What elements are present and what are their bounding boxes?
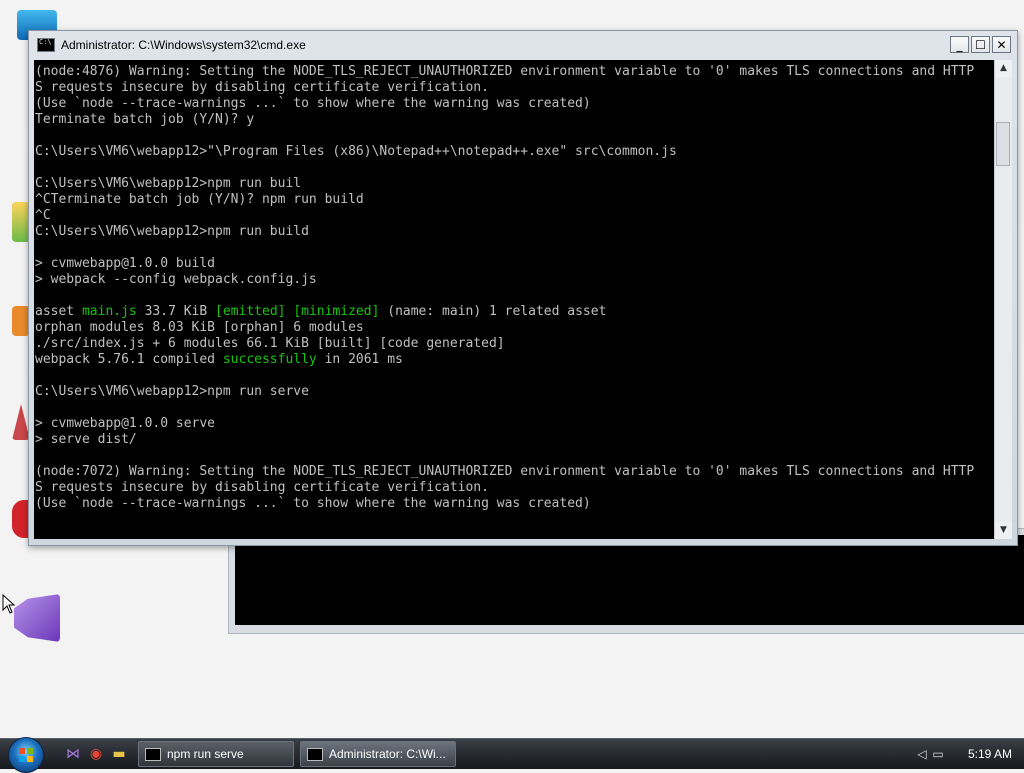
console-text-segment: ./src/index.js + 6 modules 66.1 KiB [bui… [35, 336, 505, 351]
cmd-icon [145, 747, 161, 761]
cmd-icon [307, 747, 323, 761]
background-console-area [235, 535, 1024, 625]
cmd-window[interactable]: Administrator: C:\Windows\system32\cmd.e… [28, 30, 1018, 546]
console-output: (node:4876) Warning: Setting the NODE_TL… [35, 64, 992, 512]
console-text-segment: ^CTerminate batch job (Y/N)? npm run bui… [35, 192, 364, 207]
scroll-down-button[interactable]: ▼ [995, 522, 1012, 539]
clock[interactable]: 5:19 AM [968, 747, 1012, 761]
console-text-segment: Terminate batch job (Y/N)? y [35, 112, 255, 127]
windows-logo-icon [19, 748, 33, 762]
folder-icon[interactable]: ▬ [110, 745, 128, 763]
scroll-thumb[interactable] [996, 122, 1010, 166]
console-text-segment: main.js [81, 304, 137, 319]
console-line: C:\Users\VM6\webapp12>npm run serve [35, 384, 992, 400]
console-text-segment: asset [35, 304, 82, 319]
console-text-segment: ^C [35, 208, 51, 223]
console-text-segment: 33.7 KiB [136, 304, 216, 319]
console-line: (node:4876) Warning: Setting the NODE_TL… [35, 64, 992, 80]
mouse-cursor-icon [2, 594, 16, 614]
console-area[interactable]: (node:4876) Warning: Setting the NODE_TL… [34, 60, 1012, 539]
console-text-segment: (node:7072) Warning: Setting the NODE_TL… [35, 464, 975, 479]
window-title: Administrator: C:\Windows\system32\cmd.e… [61, 38, 306, 52]
taskbar-item-label: Administrator: C:\Wi... [329, 747, 446, 761]
console-line: (Use `node --trace-warnings ...` to show… [35, 96, 992, 112]
console-line: > serve dist/ [35, 432, 992, 448]
taskbar-item-label: npm run serve [167, 747, 244, 761]
console-text-segment: > serve dist/ [35, 432, 137, 447]
console-line: ./src/index.js + 6 modules 66.1 KiB [bui… [35, 336, 992, 352]
close-button[interactable]: ✕ [992, 36, 1011, 53]
console-line: ^CTerminate batch job (Y/N)? npm run bui… [35, 192, 992, 208]
console-text-segment: [emitted] [minimized] [215, 304, 380, 319]
console-text-segment: orphan modules 8.03 KiB [orphan] 6 modul… [35, 320, 364, 335]
console-text-segment: (node:4876) Warning: Setting the NODE_TL… [35, 64, 975, 79]
console-text-segment: C:\Users\VM6\webapp12>"\Program Files (x… [35, 144, 677, 159]
title-bar[interactable]: Administrator: C:\Windows\system32\cmd.e… [29, 31, 1017, 59]
maximize-button[interactable]: ☐ [971, 36, 990, 53]
console-line: C:\Users\VM6\webapp12>"\Program Files (x… [35, 144, 992, 160]
visual-studio-icon[interactable]: ⋈ [64, 745, 82, 763]
console-line: C:\Users\VM6\webapp12>npm run build [35, 224, 992, 240]
console-line: C:\Users\VM6\webapp12>npm run buil [35, 176, 992, 192]
console-line: S requests insecure by disabling certifi… [35, 480, 992, 496]
console-text-segment: in 2061 ms [316, 352, 403, 367]
console-text-segment: successfully [222, 352, 317, 367]
console-text-segment: > webpack --config webpack.config.js [35, 272, 317, 287]
console-line: Terminate batch job (Y/N)? y [35, 112, 992, 128]
visual-studio-icon [14, 594, 60, 642]
system-tray: ◁ ▭ 5:19 AM [914, 739, 1024, 769]
console-text-segment: C:\Users\VM6\webapp12>npm run build [35, 224, 309, 239]
taskbar: ⋈ ◉ ▬ npm run serve Administrator: C:\Wi… [0, 737, 1024, 773]
network-icon[interactable]: ▭ [930, 746, 946, 762]
console-line: webpack 5.76.1 compiled successfully in … [35, 352, 992, 368]
console-line: > cvmwebapp@1.0.0 build [35, 256, 992, 272]
console-text-segment: (Use `node --trace-warnings ...` to show… [35, 496, 591, 511]
taskbar-item-administrator[interactable]: Administrator: C:\Wi... [300, 741, 456, 767]
console-text-segment: > cvmwebapp@1.0.0 build [35, 256, 216, 271]
console-text-segment: C:\Users\VM6\webapp12>npm run buil [35, 176, 302, 191]
minimize-button[interactable]: _ [950, 36, 969, 53]
console-text-segment: (name: main) 1 related asset [379, 304, 607, 319]
console-text-segment: (Use `node --trace-warnings ...` to show… [35, 96, 591, 111]
speaker-icon[interactable]: ◁ [914, 746, 930, 762]
console-line: orphan modules 8.03 KiB [orphan] 6 modul… [35, 320, 992, 336]
console-text-segment: S requests insecure by disabling certifi… [35, 480, 489, 495]
chrome-icon[interactable]: ◉ [87, 745, 105, 763]
console-text-segment: S requests insecure by disabling certifi… [35, 80, 489, 95]
console-text-segment: > cvmwebapp@1.0.0 serve [35, 416, 216, 431]
console-line: > webpack --config webpack.config.js [35, 272, 992, 288]
console-line: ^C [35, 208, 992, 224]
cmd-icon [37, 38, 55, 52]
console-line: asset main.js 33.7 KiB [emitted] [minimi… [35, 304, 992, 320]
vertical-scrollbar[interactable]: ▲ ▼ [994, 60, 1012, 539]
console-text-segment: webpack 5.76.1 compiled [35, 352, 223, 367]
console-line: (node:7072) Warning: Setting the NODE_TL… [35, 464, 992, 480]
console-line: (Use `node --trace-warnings ...` to show… [35, 496, 992, 512]
console-text-segment: C:\Users\VM6\webapp12>npm run serve [35, 384, 309, 399]
taskbar-item-npm-run-serve[interactable]: npm run serve [138, 741, 294, 767]
console-line: S requests insecure by disabling certifi… [35, 80, 992, 96]
console-line: > cvmwebapp@1.0.0 serve [35, 416, 992, 432]
scroll-up-button[interactable]: ▲ [995, 60, 1012, 77]
